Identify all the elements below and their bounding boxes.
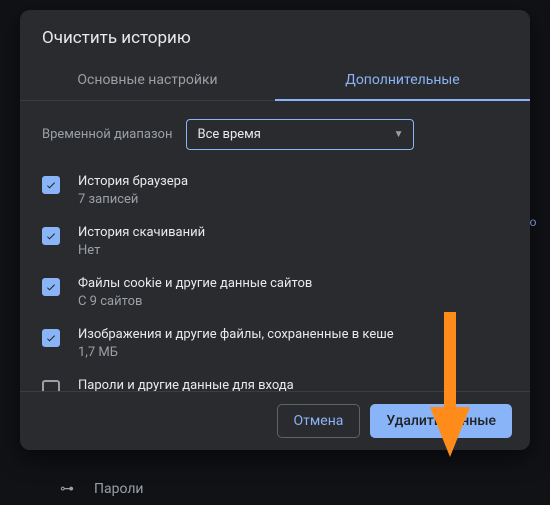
tab-basic[interactable]: Основные настройки	[20, 62, 275, 100]
option-checkbox[interactable]	[42, 329, 60, 347]
time-range-select[interactable]: Все время ▼	[186, 119, 414, 150]
key-icon: ⊶	[60, 481, 74, 497]
option-subtitle: Нет	[78, 243, 205, 258]
dialog-title: Очистить историю	[20, 10, 530, 62]
option-checkbox[interactable]	[42, 176, 60, 194]
options-list: История браузера 7 записей История скачива…	[20, 166, 530, 416]
option-text: История браузера 7 записей	[78, 174, 188, 207]
option-row: История скачиваний Нет	[42, 217, 508, 268]
option-title: Изображения и другие файлы, сохраненные …	[78, 327, 394, 342]
option-title: Файлы cookie и другие данные сайтов	[78, 276, 312, 291]
option-subtitle: 7 записей	[78, 192, 188, 207]
option-row: Изображения и другие файлы, сохраненные …	[42, 319, 508, 370]
background-row-label: Пароли	[94, 481, 144, 497]
option-title: История браузера	[78, 174, 188, 189]
time-range-row: Временной диапазон Все время ▼	[20, 101, 530, 166]
dialog-footer: Отмена Удалить данные	[20, 391, 530, 450]
option-checkbox[interactable]	[42, 227, 60, 245]
clear-browsing-data-dialog: Очистить историю Основные настройки Допо…	[20, 10, 530, 450]
option-subtitle: 1,7 МБ	[78, 345, 394, 360]
option-subtitle: С 9 сайтов	[78, 294, 312, 309]
option-title: История скачиваний	[78, 225, 205, 240]
option-text: История скачиваний Нет	[78, 225, 205, 258]
background-settings-row: ⊶ Пароли	[60, 481, 144, 497]
option-text: Файлы cookie и другие данные сайтов С 9 с…	[78, 276, 312, 309]
time-range-value: Все время	[197, 127, 260, 142]
cancel-button[interactable]: Отмена	[277, 404, 361, 438]
tabs: Основные настройки Дополнительные	[20, 62, 530, 101]
option-row: История браузера 7 записей	[42, 166, 508, 217]
option-text: Изображения и другие файлы, сохраненные …	[78, 327, 394, 360]
option-row: Файлы cookie и другие данные сайтов С 9 с…	[42, 268, 508, 319]
chevron-down-icon: ▼	[394, 129, 404, 140]
option-checkbox[interactable]	[42, 278, 60, 296]
clear-data-button[interactable]: Удалить данные	[370, 404, 512, 438]
tab-advanced[interactable]: Дополнительные	[275, 62, 530, 100]
time-range-label: Временной диапазон	[42, 127, 172, 142]
